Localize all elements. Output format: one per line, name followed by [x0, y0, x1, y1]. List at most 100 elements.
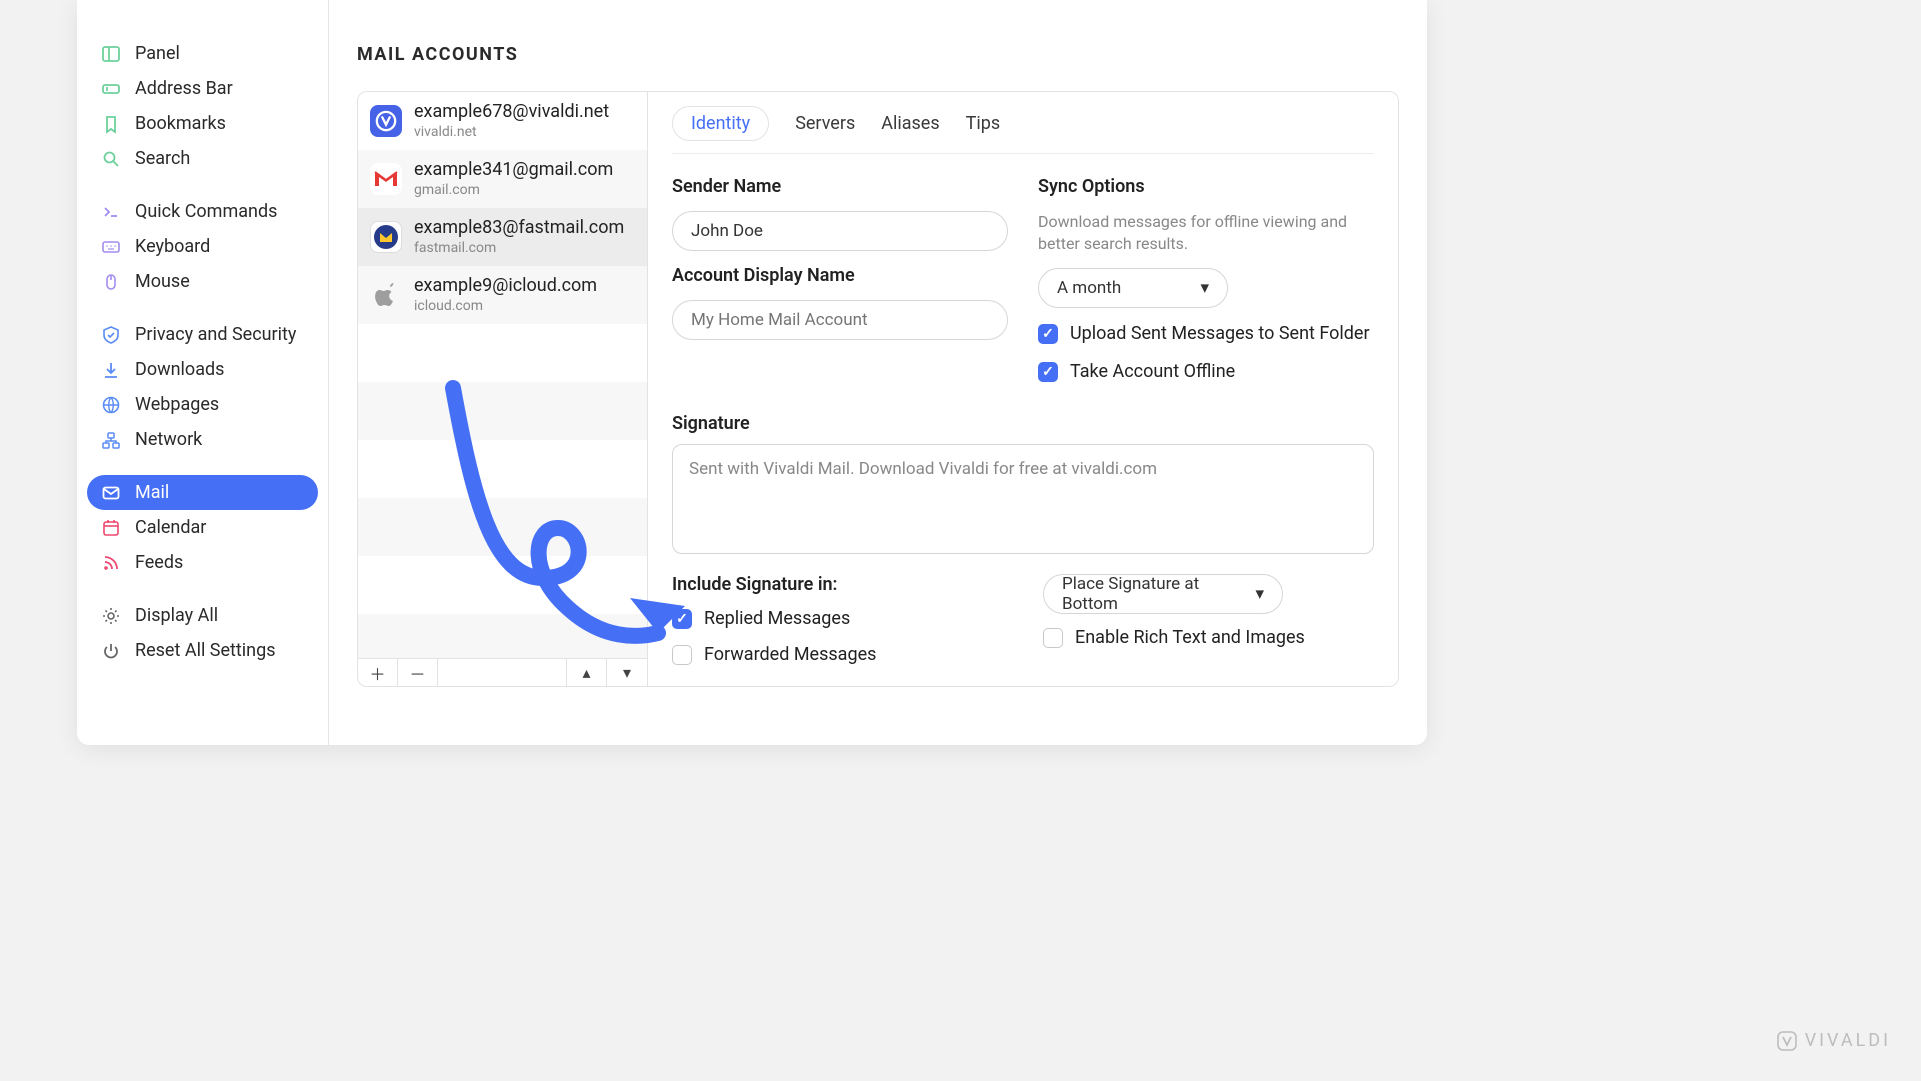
sidebar-item-label: Quick Commands — [135, 201, 277, 222]
sidebar-item-calendar[interactable]: Calendar — [87, 510, 318, 545]
sidebar-item-label: Bookmarks — [135, 113, 226, 134]
mouse-icon — [101, 272, 121, 292]
rich-text-checkbox[interactable] — [1043, 628, 1063, 648]
replied-label: Replied Messages — [704, 607, 850, 631]
remove-account-button[interactable]: － — [398, 659, 438, 686]
apple-icon — [370, 279, 402, 311]
rich-text-row[interactable]: Enable Rich Text and Images — [1043, 626, 1374, 650]
sidebar-item-reset[interactable]: Reset All Settings — [87, 633, 318, 668]
sidebar-item-bookmarks[interactable]: Bookmarks — [87, 106, 318, 141]
signature-textarea[interactable]: Sent with Vivaldi Mail. Download Vivaldi… — [672, 444, 1374, 554]
vivaldi-brand: VIVALDI — [1777, 1030, 1891, 1051]
signature-options-row: Include Signature in: Replied Messages F… — [672, 574, 1374, 668]
sidebar-item-addressbar[interactable]: Address Bar — [87, 71, 318, 106]
account-email: example341@gmail.com — [414, 159, 613, 182]
account-email: example83@fastmail.com — [414, 217, 624, 240]
tab-tips[interactable]: Tips — [966, 107, 1001, 140]
account-row-gmail[interactable]: example341@gmail.com gmail.com — [358, 150, 647, 208]
account-domain: fastmail.com — [414, 240, 624, 258]
sidebar-item-display-all[interactable]: Display All — [87, 598, 318, 633]
sidebar-item-quick-commands[interactable]: Quick Commands — [87, 194, 318, 229]
sidebar-item-label: Network — [135, 429, 202, 450]
keyboard-icon — [101, 237, 121, 257]
sidebar-item-mail[interactable]: Mail — [87, 475, 318, 510]
forwarded-checkbox[interactable] — [672, 645, 692, 665]
sidebar-item-label: Search — [135, 148, 190, 169]
sidebar-item-privacy[interactable]: Privacy and Security — [87, 317, 318, 352]
sidebar-item-label: Mouse — [135, 271, 190, 292]
sidebar-item-label: Address Bar — [135, 78, 233, 99]
upload-sent-checkbox[interactable] — [1038, 324, 1058, 344]
take-offline-checkbox[interactable] — [1038, 362, 1058, 382]
move-down-button[interactable]: ▾ — [607, 659, 647, 686]
chevron-down-icon: ▾ — [1200, 278, 1209, 298]
sidebar-item-label: Keyboard — [135, 236, 210, 257]
power-icon — [101, 641, 121, 661]
take-offline-row[interactable]: Take Account Offline — [1038, 360, 1374, 384]
sender-name-input[interactable] — [672, 211, 1008, 251]
detail-tabs: Identity Servers Aliases Tips — [672, 106, 1374, 154]
sidebar-item-search[interactable]: Search — [87, 141, 318, 176]
sidebar-item-keyboard[interactable]: Keyboard — [87, 229, 318, 264]
sidebar-item-label: Panel — [135, 43, 180, 64]
upload-sent-label: Upload Sent Messages to Sent Folder — [1070, 322, 1370, 346]
account-detail: Identity Servers Aliases Tips Sender Nam… — [648, 92, 1398, 686]
bookmark-icon — [101, 114, 121, 134]
sidebar-item-feeds[interactable]: Feeds — [87, 545, 318, 580]
gear-icon — [101, 606, 121, 626]
tab-servers[interactable]: Servers — [795, 107, 855, 140]
network-icon — [101, 430, 121, 450]
sidebar-item-label: Calendar — [135, 517, 206, 538]
sync-desc: Download messages for offline viewing an… — [1038, 211, 1374, 254]
signature-position-value: Place Signature at Bottom — [1062, 574, 1255, 614]
mail-accounts-panel: example678@vivaldi.net vivaldi.net examp… — [357, 91, 1399, 687]
signature-position-select[interactable]: Place Signature at Bottom ▾ — [1043, 574, 1283, 614]
take-offline-label: Take Account Offline — [1070, 360, 1235, 384]
display-name-input[interactable] — [672, 300, 1008, 340]
forwarded-label: Forwarded Messages — [704, 643, 876, 667]
sidebar-item-label: Privacy and Security — [135, 324, 296, 345]
account-domain: vivaldi.net — [414, 124, 609, 142]
sidebar-item-webpages[interactable]: Webpages — [87, 387, 318, 422]
sidebar-item-label: Display All — [135, 605, 218, 626]
upload-sent-row[interactable]: Upload Sent Messages to Sent Folder — [1038, 322, 1374, 346]
sync-period-value: A month — [1057, 278, 1121, 298]
tab-identity[interactable]: Identity — [672, 106, 769, 141]
replied-checkbox[interactable] — [672, 609, 692, 629]
page-title: MAIL ACCOUNTS — [357, 44, 1399, 65]
identity-form: Sender Name Account Display Name Sync Op… — [672, 176, 1374, 385]
download-icon — [101, 360, 121, 380]
sidebar-item-network[interactable]: Network — [87, 422, 318, 457]
sidebar-item-downloads[interactable]: Downloads — [87, 352, 318, 387]
sidebar-item-label: Webpages — [135, 394, 219, 415]
account-email: example678@vivaldi.net — [414, 101, 609, 124]
replied-row[interactable]: Replied Messages — [672, 607, 1003, 631]
chevron-down-icon: ▾ — [1255, 584, 1264, 604]
sync-label: Sync Options — [1038, 176, 1374, 197]
panel-icon — [101, 44, 121, 64]
sidebar-item-label: Reset All Settings — [135, 640, 276, 661]
tab-aliases[interactable]: Aliases — [881, 107, 939, 140]
sidebar-item-label: Feeds — [135, 552, 183, 573]
addressbar-icon — [101, 79, 121, 99]
sender-name-label: Sender Name — [672, 176, 1008, 197]
move-up-button[interactable]: ▴ — [567, 659, 607, 686]
account-row-icloud[interactable]: example9@icloud.com icloud.com — [358, 266, 647, 324]
gmail-icon — [370, 163, 402, 195]
sidebar-item-panel[interactable]: Panel — [87, 36, 318, 71]
account-email: example9@icloud.com — [414, 275, 597, 298]
account-row-fastmail[interactable]: example83@fastmail.com fastmail.com — [358, 208, 647, 266]
sidebar-item-label: Downloads — [135, 359, 224, 380]
sync-period-select[interactable]: A month ▾ — [1038, 268, 1228, 308]
sidebar-item-mouse[interactable]: Mouse — [87, 264, 318, 299]
rss-icon — [101, 553, 121, 573]
account-row-vivaldi[interactable]: example678@vivaldi.net vivaldi.net — [358, 92, 647, 150]
forwarded-row[interactable]: Forwarded Messages — [672, 643, 1003, 667]
signature-label: Signature — [672, 413, 1374, 434]
display-name-label: Account Display Name — [672, 265, 1008, 286]
brand-text: VIVALDI — [1805, 1030, 1891, 1051]
account-domain: icloud.com — [414, 298, 597, 316]
toolbar-spacer — [438, 659, 567, 686]
add-account-button[interactable]: ＋ — [358, 659, 398, 686]
account-list: example678@vivaldi.net vivaldi.net examp… — [358, 92, 648, 686]
